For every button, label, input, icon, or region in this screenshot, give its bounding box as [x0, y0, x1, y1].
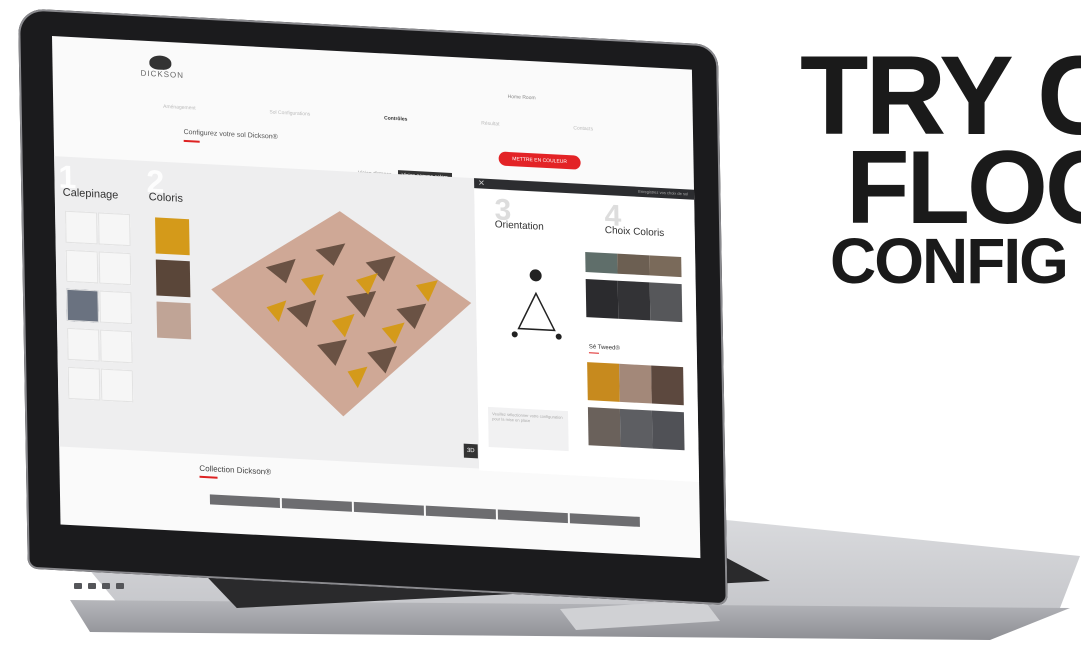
pattern-tile[interactable] [98, 251, 132, 286]
color-swatch[interactable] [619, 408, 653, 449]
pattern-tile[interactable] [65, 249, 99, 284]
steps-nav-item-active[interactable]: Contrôles [384, 115, 407, 122]
color-swatch[interactable] [156, 301, 192, 340]
floor-3d-preview[interactable] [205, 194, 479, 428]
triangle-icon [517, 291, 556, 332]
top-color-grid [585, 252, 686, 329]
collection-item[interactable] [209, 494, 280, 509]
cta-button[interactable]: METTRE EN COULEUR [498, 151, 581, 170]
steps-nav: Aménagement Sol Configurations Contrôles… [163, 104, 593, 133]
pattern-tile[interactable] [65, 210, 98, 245]
step-label-choix-coloris: Choix Coloris [604, 225, 665, 240]
pattern-tile[interactable] [67, 327, 100, 362]
pattern-tile-selected[interactable] [66, 288, 99, 323]
title-underline [183, 139, 200, 143]
color-swatch[interactable] [617, 280, 651, 321]
color-swatch[interactable] [651, 365, 684, 406]
collection-underline [199, 475, 218, 479]
view-3d-button[interactable]: 3D [463, 443, 478, 459]
logo-icon [149, 55, 172, 71]
collection-sub-label: Sé Tweed® [588, 344, 620, 352]
color-swatch[interactable] [619, 363, 652, 404]
info-box: Veuillez sélectionner votre configuratio… [488, 406, 569, 452]
color-swatch[interactable] [649, 282, 683, 323]
color-swatch[interactable] [155, 217, 190, 256]
laptop-screen: DICKSON Home Room Aménagement Sol Config… [52, 36, 701, 559]
brand-logo[interactable]: DICKSON [140, 55, 185, 80]
collection-strip [209, 494, 640, 527]
right-panel: ✕ Enregistrez vos choix de sol 3 Orienta… [474, 178, 700, 483]
close-icon[interactable]: ✕ [478, 178, 485, 187]
sub-label-underline [588, 352, 599, 354]
rotate-icon [529, 269, 542, 282]
pattern-tile[interactable] [67, 366, 101, 401]
steps-nav-item[interactable]: Aménagement [163, 104, 196, 112]
collection-title: Collection Dickson® [199, 463, 272, 477]
bottom-color-grid [587, 362, 689, 457]
steps-nav-item[interactable]: Contacts [573, 125, 593, 132]
pattern-tile[interactable] [100, 329, 133, 364]
color-swatches [155, 217, 195, 345]
collection-item[interactable] [281, 498, 352, 512]
steps-nav-item[interactable]: Sol Configurations [269, 109, 310, 117]
pattern-tile[interactable] [98, 212, 131, 247]
pattern-tile[interactable] [99, 290, 132, 325]
side-ports [74, 576, 144, 589]
steps-nav-item[interactable]: Résultat [481, 121, 499, 128]
color-swatch[interactable] [587, 362, 620, 402]
orientation-control[interactable] [505, 264, 566, 347]
step-label-orientation: Orientation [494, 219, 544, 233]
color-swatch[interactable] [617, 253, 650, 276]
collection-item[interactable] [569, 513, 640, 527]
brand-name: DICKSON [140, 68, 185, 80]
panel-hint: Enregistrez vos choix de sol [638, 188, 689, 197]
color-swatch[interactable] [585, 252, 618, 274]
color-swatch[interactable] [651, 410, 685, 451]
collection-item[interactable] [425, 505, 496, 520]
step-label-coloris: Coloris [148, 191, 184, 205]
color-swatch[interactable] [649, 255, 682, 278]
laptop: DICKSON Home Room Aménagement Sol Config… [0, 0, 1081, 671]
color-swatch[interactable] [155, 259, 191, 298]
collection-item[interactable] [353, 501, 424, 516]
color-swatch[interactable] [585, 279, 619, 319]
pattern-grid [65, 210, 136, 410]
color-swatch[interactable] [587, 407, 621, 447]
collection-item[interactable] [497, 509, 568, 524]
pattern-tile[interactable] [100, 368, 134, 403]
config-title: Configurez votre sol Dickson® [183, 128, 278, 141]
top-link[interactable]: Home Room [508, 94, 536, 101]
